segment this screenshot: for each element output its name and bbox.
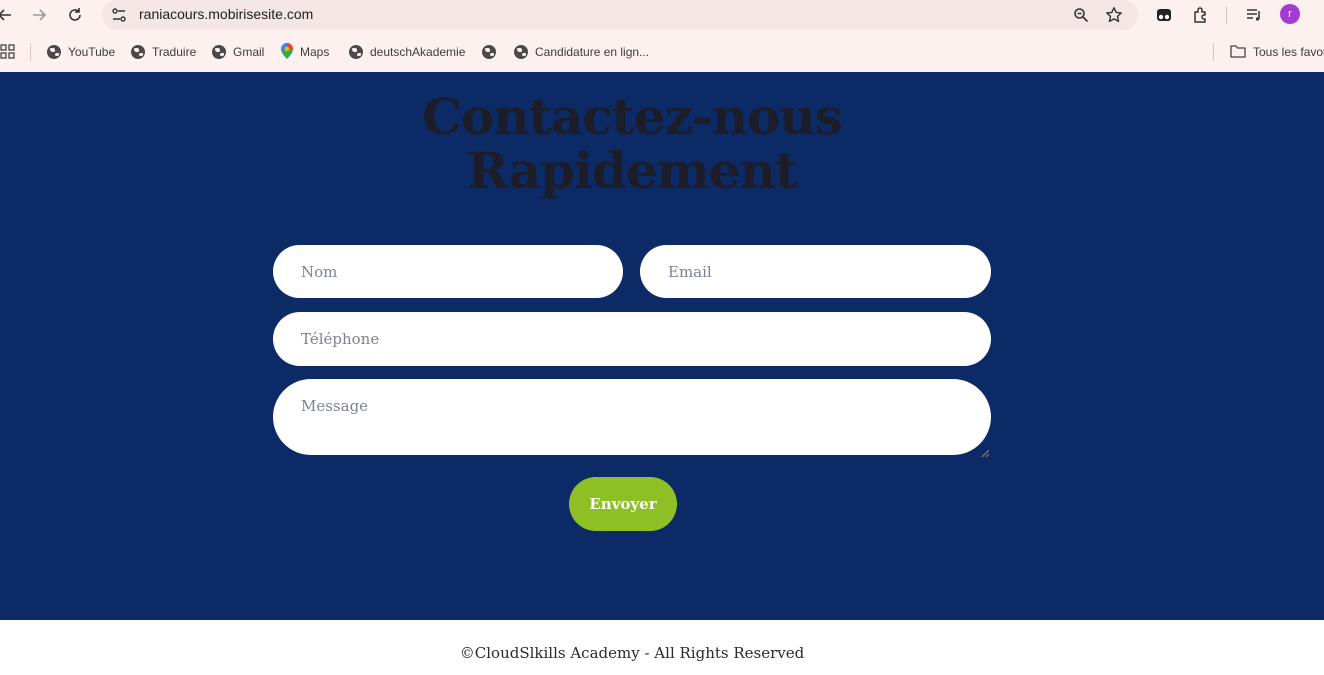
browser-toolbar: raniacours.mobirisesite.com r bbox=[0, 0, 1324, 32]
footer: ©CloudSlkills Academy - All Rights Reser… bbox=[0, 620, 1324, 675]
bookmark-unnamed[interactable] bbox=[482, 43, 496, 61]
bookmarks-divider bbox=[30, 43, 31, 61]
globe-icon bbox=[482, 45, 496, 59]
back-icon[interactable] bbox=[0, 4, 16, 26]
site-settings-icon[interactable] bbox=[110, 6, 128, 24]
zoom-icon[interactable] bbox=[1070, 4, 1092, 26]
phone-input[interactable] bbox=[273, 312, 991, 366]
bookmarks-bar: YouTube Traduire Gmail Maps deutschAkade… bbox=[0, 32, 1324, 72]
bookmark-label: Tous les favoris bbox=[1253, 45, 1324, 59]
forward-icon[interactable] bbox=[28, 4, 50, 26]
globe-icon bbox=[47, 45, 61, 59]
globe-icon bbox=[514, 45, 528, 59]
bookmark-label: Gmail bbox=[233, 45, 265, 59]
bookmarks-divider bbox=[1213, 43, 1214, 61]
globe-icon bbox=[349, 45, 363, 59]
title-line-1: Contactez-nous bbox=[422, 87, 843, 146]
globe-icon bbox=[212, 45, 226, 59]
bookmark-gmail[interactable]: Gmail bbox=[212, 43, 264, 61]
bookmark-candidature[interactable]: Candidature en lign... bbox=[514, 43, 649, 61]
bookmark-star-icon[interactable] bbox=[1103, 4, 1125, 26]
media-queue-icon[interactable] bbox=[1242, 3, 1266, 27]
reload-icon[interactable] bbox=[64, 4, 86, 26]
bookmark-label: deutschAkademie bbox=[370, 45, 466, 59]
email-input[interactable] bbox=[640, 245, 991, 298]
title-line-2: Rapidement bbox=[467, 141, 798, 200]
incognito-extension-icon[interactable] bbox=[1152, 3, 1176, 27]
copyright-text: ©CloudSlkills Academy - All Rights Reser… bbox=[459, 644, 805, 662]
extensions-icon[interactable] bbox=[1189, 3, 1213, 27]
message-textarea[interactable] bbox=[273, 379, 991, 455]
resize-handle-icon[interactable] bbox=[981, 444, 990, 458]
bookmark-maps[interactable]: Maps bbox=[281, 42, 330, 62]
bookmark-label: YouTube bbox=[68, 45, 116, 59]
url-text[interactable]: raniacours.mobirisesite.com bbox=[139, 6, 313, 22]
send-button[interactable]: Envoyer bbox=[569, 477, 677, 531]
globe-icon bbox=[131, 45, 145, 59]
folder-icon bbox=[1230, 44, 1246, 61]
address-bar[interactable]: raniacours.mobirisesite.com bbox=[102, 0, 1138, 30]
apps-grid-icon[interactable] bbox=[0, 43, 16, 61]
toolbar-divider bbox=[1226, 6, 1227, 24]
all-bookmarks-folder[interactable]: Tous les favoris bbox=[1230, 43, 1324, 61]
profile-avatar[interactable]: r bbox=[1280, 4, 1300, 24]
bookmark-traduire[interactable]: Traduire bbox=[131, 43, 196, 61]
contact-section: Contactez-nous Rapidement Envoyer bbox=[0, 72, 1324, 620]
bookmark-label: Traduire bbox=[152, 45, 197, 59]
bookmark-youtube[interactable]: YouTube bbox=[47, 43, 115, 61]
bookmark-deutschakademie[interactable]: deutschAkademie bbox=[349, 43, 465, 61]
page-title: Contactez-nous Rapidement bbox=[332, 90, 932, 198]
name-input[interactable] bbox=[273, 245, 623, 298]
bookmark-label: Candidature en lign... bbox=[535, 45, 650, 59]
bookmark-label: Maps bbox=[300, 45, 330, 59]
maps-pin-icon bbox=[281, 42, 293, 62]
